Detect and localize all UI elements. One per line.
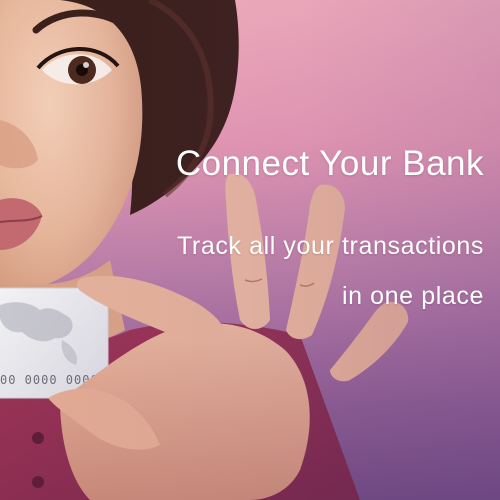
button xyxy=(32,432,44,444)
button xyxy=(32,476,44,488)
subline-line-2: in one place xyxy=(341,282,484,310)
subline-line-1: Track all your transactions xyxy=(176,232,484,260)
onboarding-screen: 00 0000 0000 Connect Your Bank Track all… xyxy=(0,0,500,500)
eye-highlight xyxy=(83,62,89,68)
headline: Connect Your Bank xyxy=(175,144,484,183)
